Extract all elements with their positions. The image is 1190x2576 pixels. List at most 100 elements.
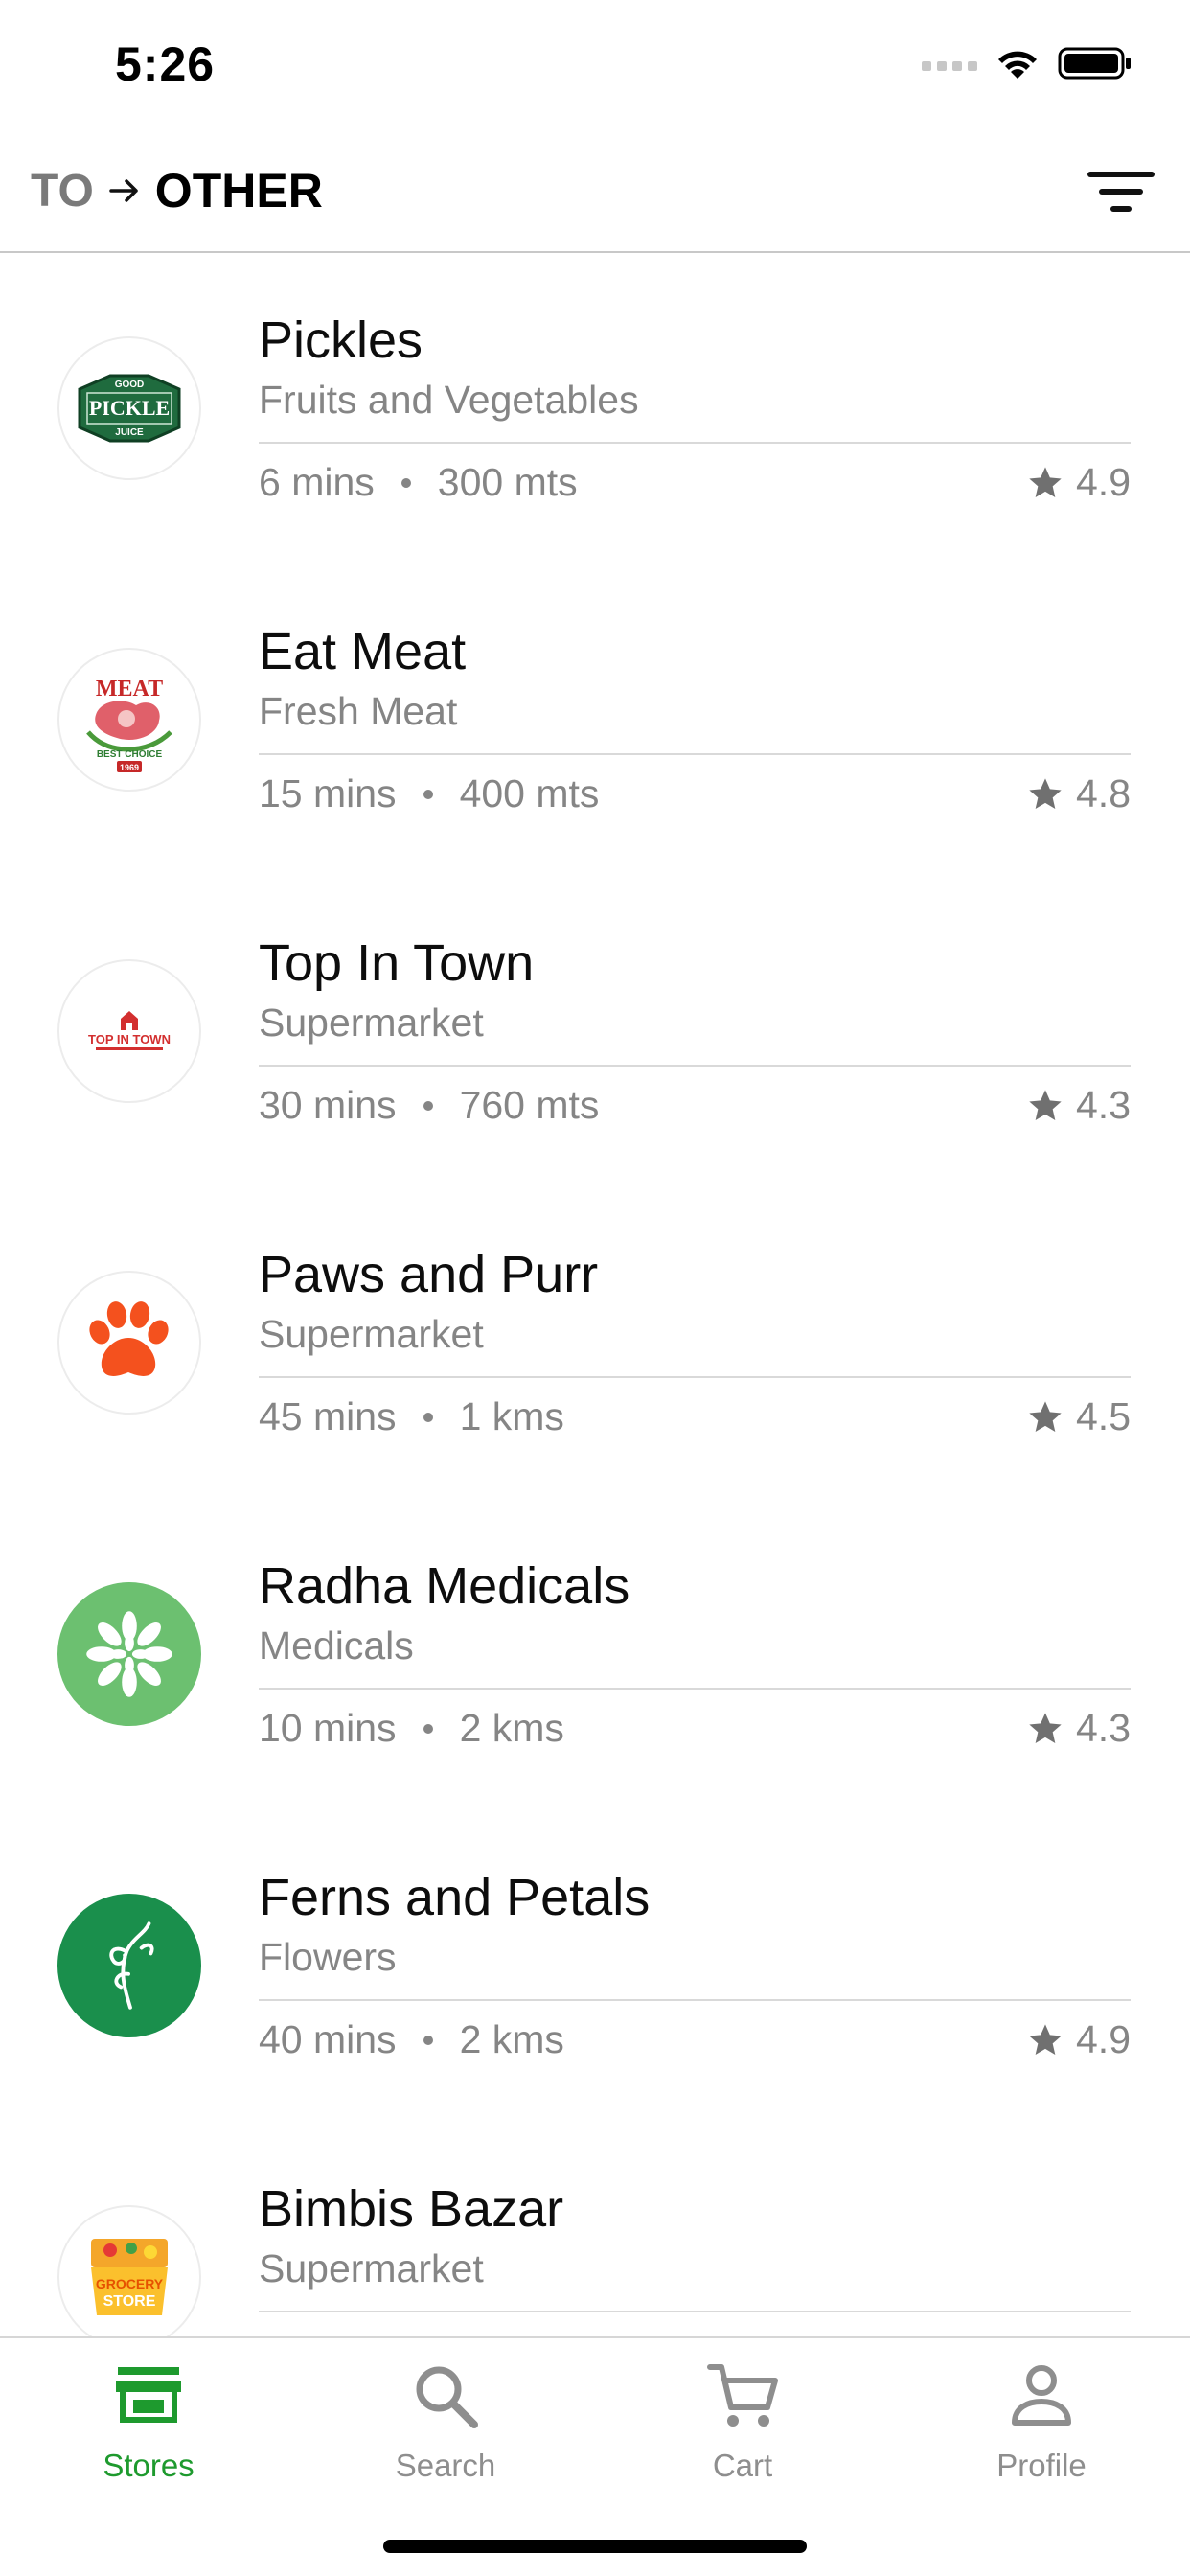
distance: 2 kms	[459, 1706, 564, 1750]
store-item[interactable]: Ferns and Petals Flowers 40 mins 2 kms 4…	[0, 1812, 1190, 2124]
location-from: TO	[31, 165, 94, 217]
wifi-icon	[998, 51, 1037, 79]
person-icon	[1012, 2365, 1071, 2426]
store-category: Supermarket	[259, 1312, 484, 1356]
logo-text: BEST CHOICE	[97, 749, 163, 760]
store-name: Radha Medicals	[259, 1557, 630, 1615]
filter-icon-line	[1110, 206, 1132, 212]
divider	[259, 1688, 1131, 1690]
separator-dot	[423, 2035, 433, 2045]
status-icons	[922, 44, 1133, 82]
top-in-town-logo: TOP IN TOWN	[57, 959, 201, 1103]
battery-icon	[1058, 47, 1131, 80]
divider	[259, 2311, 1131, 2312]
distance: 2 kms	[459, 2017, 564, 2061]
store-item[interactable]: Radha Medicals Medicals 10 mins 2 kms 4.…	[0, 1501, 1190, 1812]
store-rating: 4.3	[1026, 1706, 1131, 1751]
tab-profile[interactable]: Profile	[946, 2358, 1137, 2501]
paw-print-logo	[57, 1271, 201, 1414]
filter-icon-line	[1099, 189, 1143, 195]
store-rating: 4.5	[1026, 1394, 1131, 1439]
distance: 300 mts	[437, 460, 578, 504]
filter-icon-line	[1087, 172, 1155, 177]
filter-button[interactable]	[1083, 153, 1159, 230]
star-icon	[1029, 1712, 1062, 1743]
store-category: Supermarket	[259, 2246, 484, 2290]
divider	[259, 442, 1131, 444]
store-meta: 40 mins 2 kms	[259, 2017, 564, 2062]
store-item[interactable]: GOOD PICKLE JUICE Pickles Fruits and Veg…	[0, 255, 1190, 566]
location-selector[interactable]: TO OTHER	[31, 163, 323, 218]
tab-search[interactable]: Search	[350, 2358, 541, 2501]
rating-value: 4.9	[1076, 460, 1131, 504]
tab-label: Stores	[103, 2448, 195, 2483]
store-item[interactable]: Paws and Purr Supermarket 45 mins 1 kms …	[0, 1189, 1190, 1501]
distance: 400 mts	[459, 771, 600, 816]
store-item[interactable]: MEAT BEST CHOICE 1969 Eat Meat Fresh Mea…	[0, 566, 1190, 878]
logo-text: GOOD	[115, 380, 145, 390]
store-meta: 15 mins 400 mts	[259, 771, 599, 816]
store-category: Supermarket	[259, 1000, 484, 1045]
star-icon	[1029, 466, 1062, 497]
store-category: Flowers	[259, 1935, 397, 1979]
rating-value: 4.5	[1076, 1394, 1131, 1438]
search-icon	[416, 2366, 478, 2428]
store-item[interactable]: GROCERY STORE Bimbis Bazar Supermarket	[0, 2124, 1190, 2336]
store-name: Paws and Purr	[259, 1246, 599, 1303]
cart-icon	[707, 2364, 778, 2426]
logo-text: PICKLE	[89, 396, 170, 420]
delivery-time: 6 mins	[259, 460, 375, 504]
grocery-store-logo: GROCERY STORE	[57, 2205, 201, 2336]
logo-text: TOP IN TOWN	[88, 1032, 171, 1046]
divider	[259, 1065, 1131, 1067]
rating-value: 4.3	[1076, 1083, 1131, 1127]
store-rating: 4.9	[1026, 2017, 1131, 2062]
rating-value: 4.8	[1076, 771, 1131, 816]
divider	[259, 1376, 1131, 1378]
meat-best-choice-logo: MEAT BEST CHOICE 1969	[57, 648, 201, 792]
tab-bar: Stores Search Cart Profile	[0, 2336, 1190, 2576]
good-pickle-juice-logo: GOOD PICKLE JUICE	[57, 336, 201, 480]
tab-cart[interactable]: Cart	[647, 2358, 838, 2501]
signal-icon	[922, 61, 977, 71]
arrow-right-icon	[109, 179, 138, 202]
tab-label: Search	[395, 2448, 496, 2483]
storefront-icon	[116, 2367, 181, 2423]
store-rating: 4.8	[1026, 771, 1131, 816]
tab-label: Cart	[712, 2448, 773, 2483]
separator-dot	[423, 1412, 433, 1422]
star-icon	[1029, 777, 1062, 809]
delivery-time: 30 mins	[259, 1083, 397, 1127]
location-to: OTHER	[154, 164, 323, 218]
store-meta: 10 mins 2 kms	[259, 1706, 564, 1751]
store-category: Fruits and Vegetables	[259, 378, 639, 422]
logo-text: 1969	[120, 763, 139, 772]
star-icon	[1029, 1089, 1062, 1120]
logo-text: JUICE	[115, 427, 144, 438]
store-name: Ferns and Petals	[259, 1869, 651, 1926]
store-meta: 6 mins 300 mts	[259, 460, 578, 505]
rating-value: 4.9	[1076, 2017, 1131, 2061]
store-rating: 4.3	[1026, 1083, 1131, 1128]
store-meta: 30 mins 760 mts	[259, 1083, 599, 1128]
logo-text: MEAT	[96, 677, 163, 702]
home-indicator	[383, 2540, 807, 2553]
tab-stores[interactable]: Stores	[53, 2358, 244, 2501]
star-icon	[1029, 2023, 1062, 2055]
leaf-circle-logo	[57, 1582, 201, 1726]
separator-dot	[400, 477, 411, 488]
distance: 760 mts	[459, 1083, 600, 1127]
distance: 1 kms	[459, 1394, 564, 1438]
status-bar: 5:26	[0, 0, 1190, 125]
delivery-time: 10 mins	[259, 1706, 397, 1750]
store-rating: 4.9	[1026, 460, 1131, 505]
store-meta: 45 mins 1 kms	[259, 1394, 564, 1439]
divider	[259, 1999, 1131, 2001]
store-item[interactable]: TOP IN TOWN Top In Town Supermarket 30 m…	[0, 878, 1190, 1189]
store-list: GOOD PICKLE JUICE Pickles Fruits and Veg…	[0, 255, 1190, 2336]
separator-dot	[423, 1723, 433, 1734]
delivery-time: 45 mins	[259, 1394, 397, 1438]
store-category: Fresh Meat	[259, 689, 458, 733]
header: TO OTHER	[0, 134, 1190, 253]
logo-text: STORE	[103, 2293, 156, 2310]
